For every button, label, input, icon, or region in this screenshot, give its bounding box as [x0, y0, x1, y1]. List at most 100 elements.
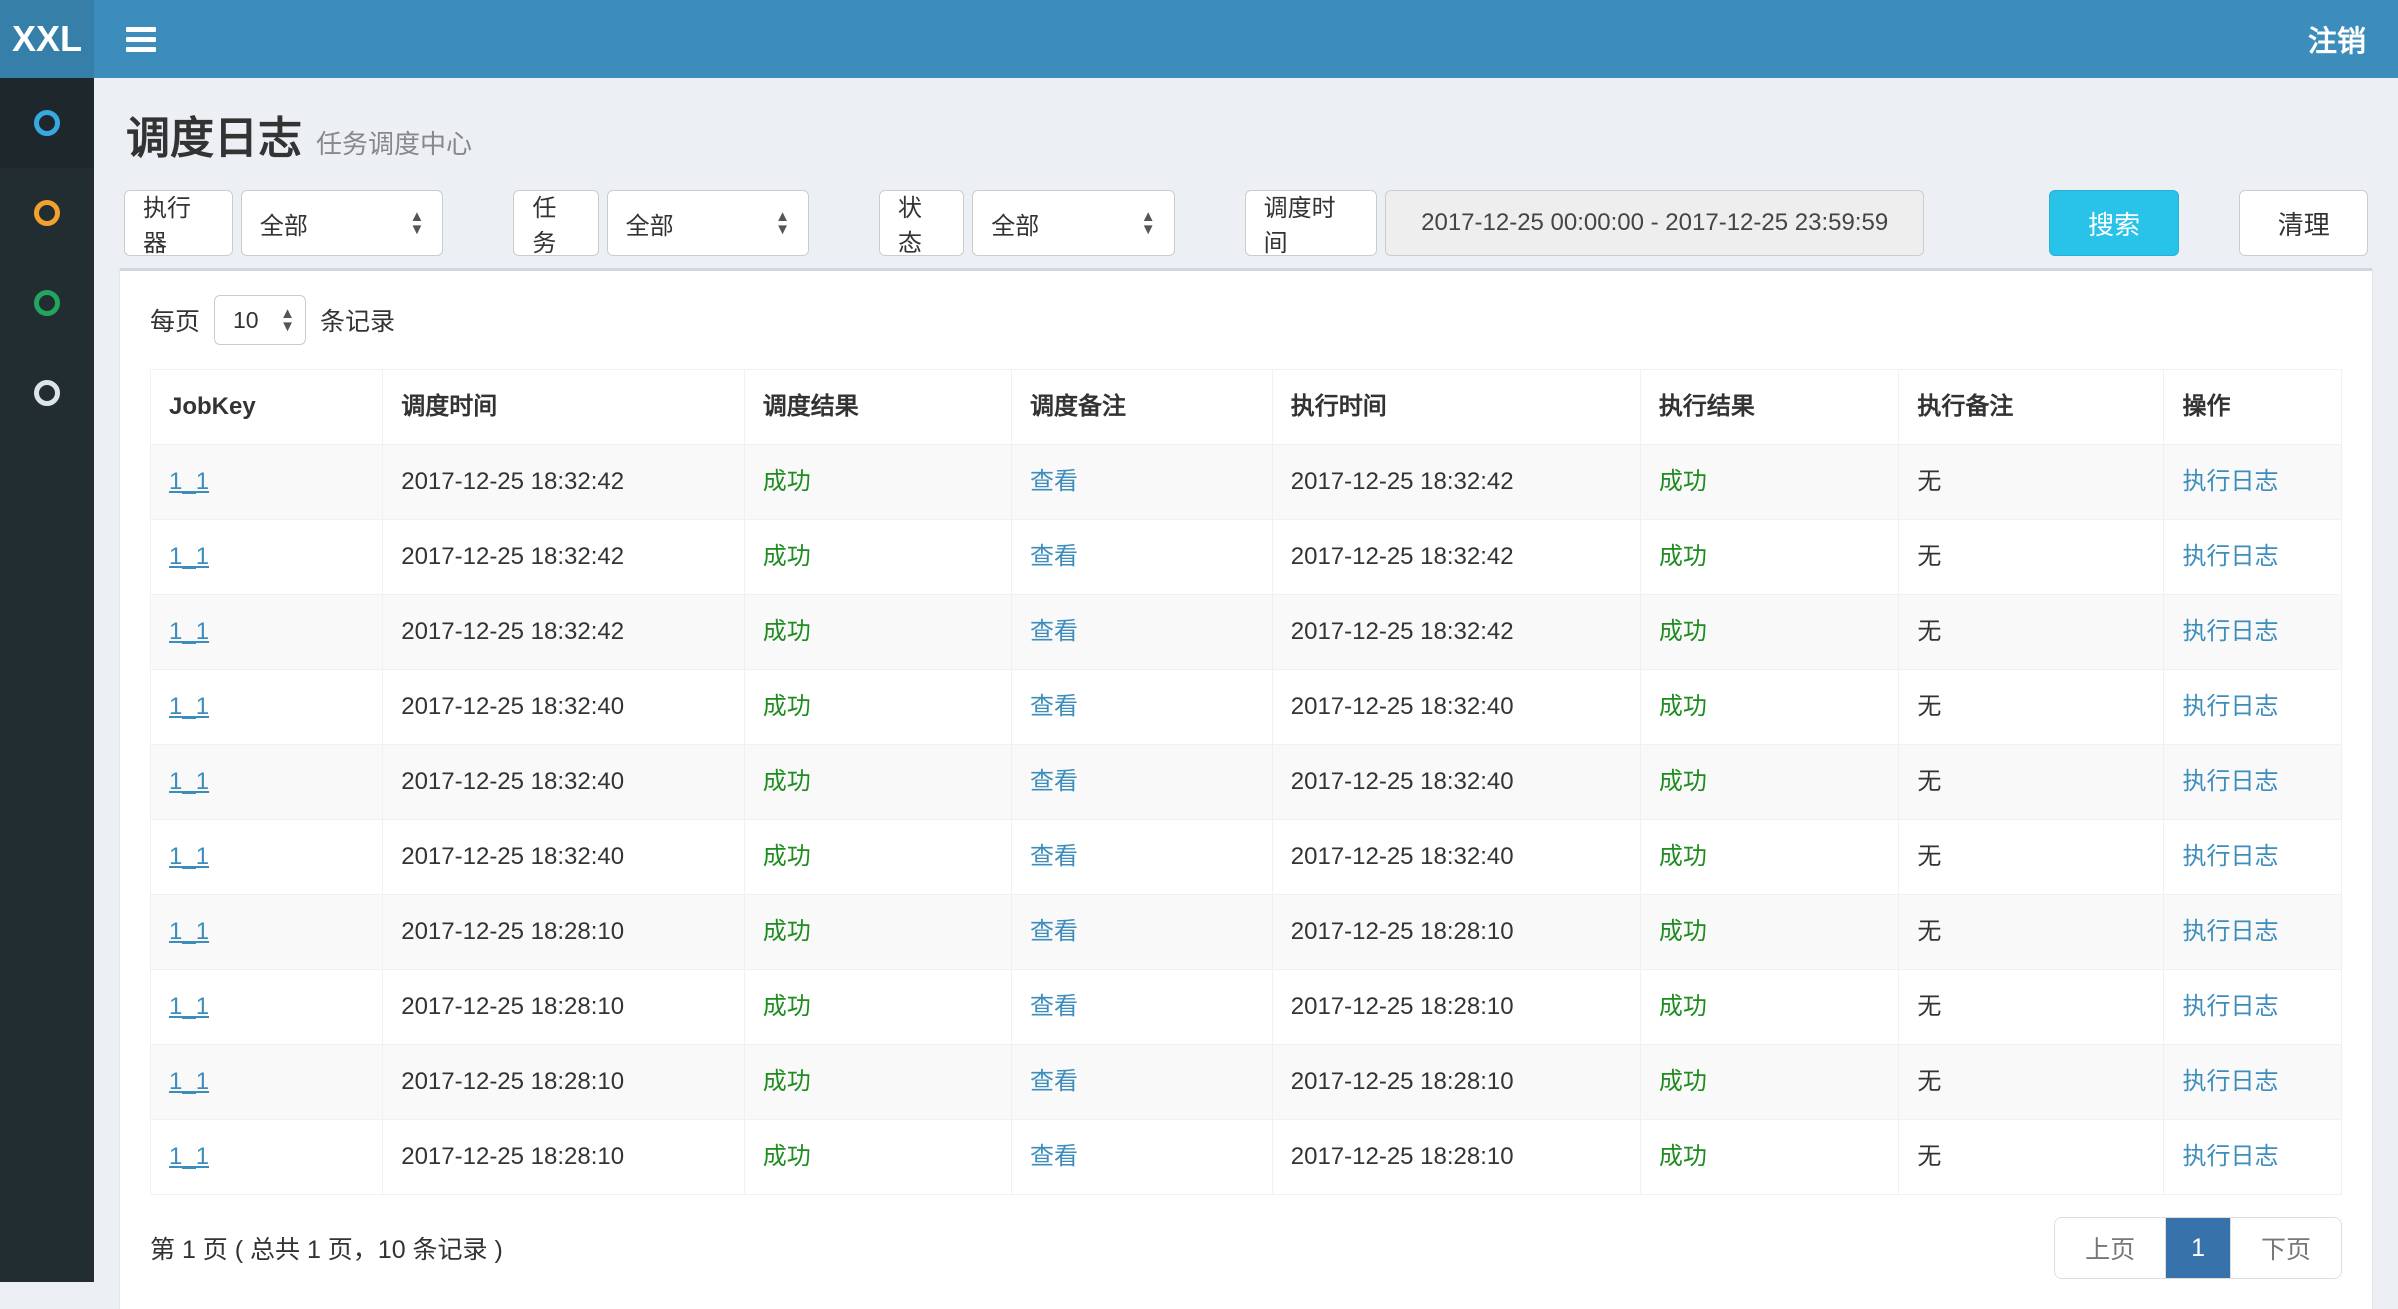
execution-log-link[interactable]: 执行日志 [2182, 1068, 2278, 1095]
table-row: 1_12017-12-25 18:28:10成功查看2017-12-25 18:… [151, 1045, 2342, 1120]
execution-log-link[interactable]: 执行日志 [2182, 918, 2278, 945]
handle-result-cell: 成功 [1640, 520, 1899, 595]
execution-log-link[interactable]: 执行日志 [2182, 1143, 2278, 1170]
trigger-result-text: 成功 [763, 993, 811, 1020]
jobkey-cell: 1_1 [151, 595, 383, 670]
execution-log-link[interactable]: 执行日志 [2182, 543, 2278, 570]
circle-icon [34, 290, 60, 316]
executor-select[interactable]: 全部 ▲▼ [241, 190, 443, 256]
view-trigger-msg-link[interactable]: 查看 [1030, 843, 1078, 870]
jobkey-link[interactable]: 1_1 [169, 618, 209, 645]
sidebar-item-3[interactable] [0, 258, 94, 348]
jobkey-link[interactable]: 1_1 [169, 768, 209, 795]
handle-msg-cell: 无 [1899, 520, 2164, 595]
handle-time-cell: 2017-12-25 18:28:10 [1272, 1045, 1640, 1120]
trigger-msg-cell: 查看 [1012, 820, 1273, 895]
jobkey-link[interactable]: 1_1 [169, 1068, 209, 1095]
handle-result-cell: 成功 [1640, 670, 1899, 745]
handle-result-text: 成功 [1659, 843, 1707, 870]
sidebar-toggle-icon[interactable] [126, 27, 156, 52]
view-trigger-msg-link[interactable]: 查看 [1030, 543, 1078, 570]
jobkey-cell: 1_1 [151, 895, 383, 970]
trigger-time-cell: 2017-12-25 18:32:42 [383, 520, 745, 595]
view-trigger-msg-link[interactable]: 查看 [1030, 768, 1078, 795]
current-page-button[interactable]: 1 [2165, 1218, 2230, 1278]
trigger-result-cell: 成功 [744, 1120, 1011, 1195]
handle-result-text: 成功 [1659, 543, 1707, 570]
page-subtitle: 任务调度中心 [316, 129, 472, 159]
execution-log-link[interactable]: 执行日志 [2182, 618, 2278, 645]
action-cell: 执行日志 [2164, 1045, 2342, 1120]
handle-result-text: 成功 [1659, 468, 1707, 495]
table-footer: 第 1 页 ( 总共 1 页，10 条记录 ) 上页 1 下页 [150, 1217, 2342, 1279]
handle-time-cell: 2017-12-25 18:32:42 [1272, 595, 1640, 670]
action-cell: 执行日志 [2164, 520, 2342, 595]
log-table: JobKey调度时间调度结果调度备注执行时间执行结果执行备注操作 1_1 2017… [150, 369, 2342, 1195]
status-filter-label: 状态 [879, 190, 964, 256]
main-content: 调度日志任务调度中心 执行器 全部 ▲▼ 任务 全部 ▲▼ [94, 78, 2398, 1282]
view-trigger-msg-link[interactable]: 查看 [1030, 993, 1078, 1020]
prev-page-button[interactable]: 上页 [2055, 1218, 2165, 1278]
action-cell: 执行日志 [2164, 745, 2342, 820]
jobkey-link[interactable]: 1_1 [169, 543, 209, 570]
circle-icon [34, 110, 60, 136]
view-trigger-msg-link[interactable]: 查看 [1030, 1143, 1078, 1170]
trigger-result-cell: 成功 [744, 595, 1011, 670]
trigger-result-text: 成功 [763, 468, 811, 495]
view-trigger-msg-link[interactable]: 查看 [1030, 693, 1078, 720]
jobkey-link[interactable]: 1_1 [169, 468, 209, 495]
execution-log-link[interactable]: 执行日志 [2182, 993, 2278, 1020]
view-trigger-msg-link[interactable]: 查看 [1030, 1068, 1078, 1095]
jobkey-link[interactable]: 1_1 [169, 918, 209, 945]
page-size-prefix: 每页 [150, 302, 200, 338]
action-cell: 执行日志 [2164, 445, 2342, 520]
trigger-msg-cell: 查看 [1012, 970, 1273, 1045]
select-arrows-icon: ▲▼ [775, 210, 790, 236]
handle-result-cell: 成功 [1640, 1045, 1899, 1120]
action-cell: 执行日志 [2164, 895, 2342, 970]
page-size-select[interactable]: 10 ▲▼ [214, 295, 306, 345]
execution-log-link[interactable]: 执行日志 [2182, 843, 2278, 870]
clear-button[interactable]: 清理 [2239, 190, 2368, 256]
select-arrows-icon: ▲▼ [410, 210, 425, 236]
trigger-time-label: 调度时间 [1245, 190, 1378, 256]
logout-button[interactable]: 注销 [2308, 18, 2366, 60]
sidebar-item-4[interactable] [0, 348, 94, 438]
trigger-time-range-input[interactable]: 2017-12-25 00:00:00 - 2017-12-25 23:59:5… [1385, 190, 1924, 256]
next-page-button[interactable]: 下页 [2230, 1218, 2341, 1278]
table-header-row: JobKey调度时间调度结果调度备注执行时间执行结果执行备注操作 [151, 370, 2342, 445]
trigger-msg-cell: 查看 [1012, 670, 1273, 745]
jobkey-link[interactable]: 1_1 [169, 843, 209, 870]
trigger-result-text: 成功 [763, 918, 811, 945]
trigger-time-cell: 2017-12-25 18:28:10 [383, 1045, 745, 1120]
jobkey-cell: 1_1 [151, 520, 383, 595]
job-filter-label: 任务 [513, 190, 598, 256]
table-row: 1_12017-12-25 18:28:10成功查看2017-12-25 18:… [151, 970, 2342, 1045]
pagination-summary: 第 1 页 ( 总共 1 页，10 条记录 ) [150, 1230, 503, 1266]
jobkey-link[interactable]: 1_1 [169, 1143, 209, 1170]
view-trigger-msg-link[interactable]: 查看 [1030, 618, 1078, 645]
view-trigger-msg-link[interactable]: 查看 [1030, 918, 1078, 945]
handle-result-text: 成功 [1659, 918, 1707, 945]
jobkey-link[interactable]: 1_1 [169, 993, 209, 1020]
column-header-3: 调度结果 [744, 370, 1011, 445]
table-row: 1_12017-12-25 18:32:40成功查看2017-12-25 18:… [151, 670, 2342, 745]
table-row: 1_1 2017-12-25 18:32:42 成功 查看 2017-12-25 18:… [151, 520, 2342, 595]
app-logo[interactable]: XXL [0, 0, 94, 78]
handle-time-cell: 2017-12-25 18:32:42 [1272, 520, 1640, 595]
sidebar-item-2[interactable] [0, 168, 94, 258]
trigger-time-cell: 2017-12-25 18:28:10 [383, 895, 745, 970]
jobkey-link[interactable]: 1_1 [169, 693, 209, 720]
execution-log-link[interactable]: 执行日志 [2182, 468, 2278, 495]
status-select[interactable]: 全部 ▲▼ [972, 190, 1174, 256]
execution-log-link[interactable]: 执行日志 [2182, 693, 2278, 720]
sidebar-item-1[interactable] [0, 78, 94, 168]
handle-msg-cell: 无 [1899, 670, 2164, 745]
search-button[interactable]: 搜索 [2049, 190, 2180, 256]
pagination: 上页 1 下页 [2054, 1217, 2342, 1279]
handle-time-cell: 2017-12-25 18:28:10 [1272, 970, 1640, 1045]
execution-log-link[interactable]: 执行日志 [2182, 768, 2278, 795]
job-select[interactable]: 全部 ▲▼ [607, 190, 809, 256]
view-trigger-msg-link[interactable]: 查看 [1030, 468, 1078, 495]
top-bar: XXL 注销 [0, 0, 2398, 78]
